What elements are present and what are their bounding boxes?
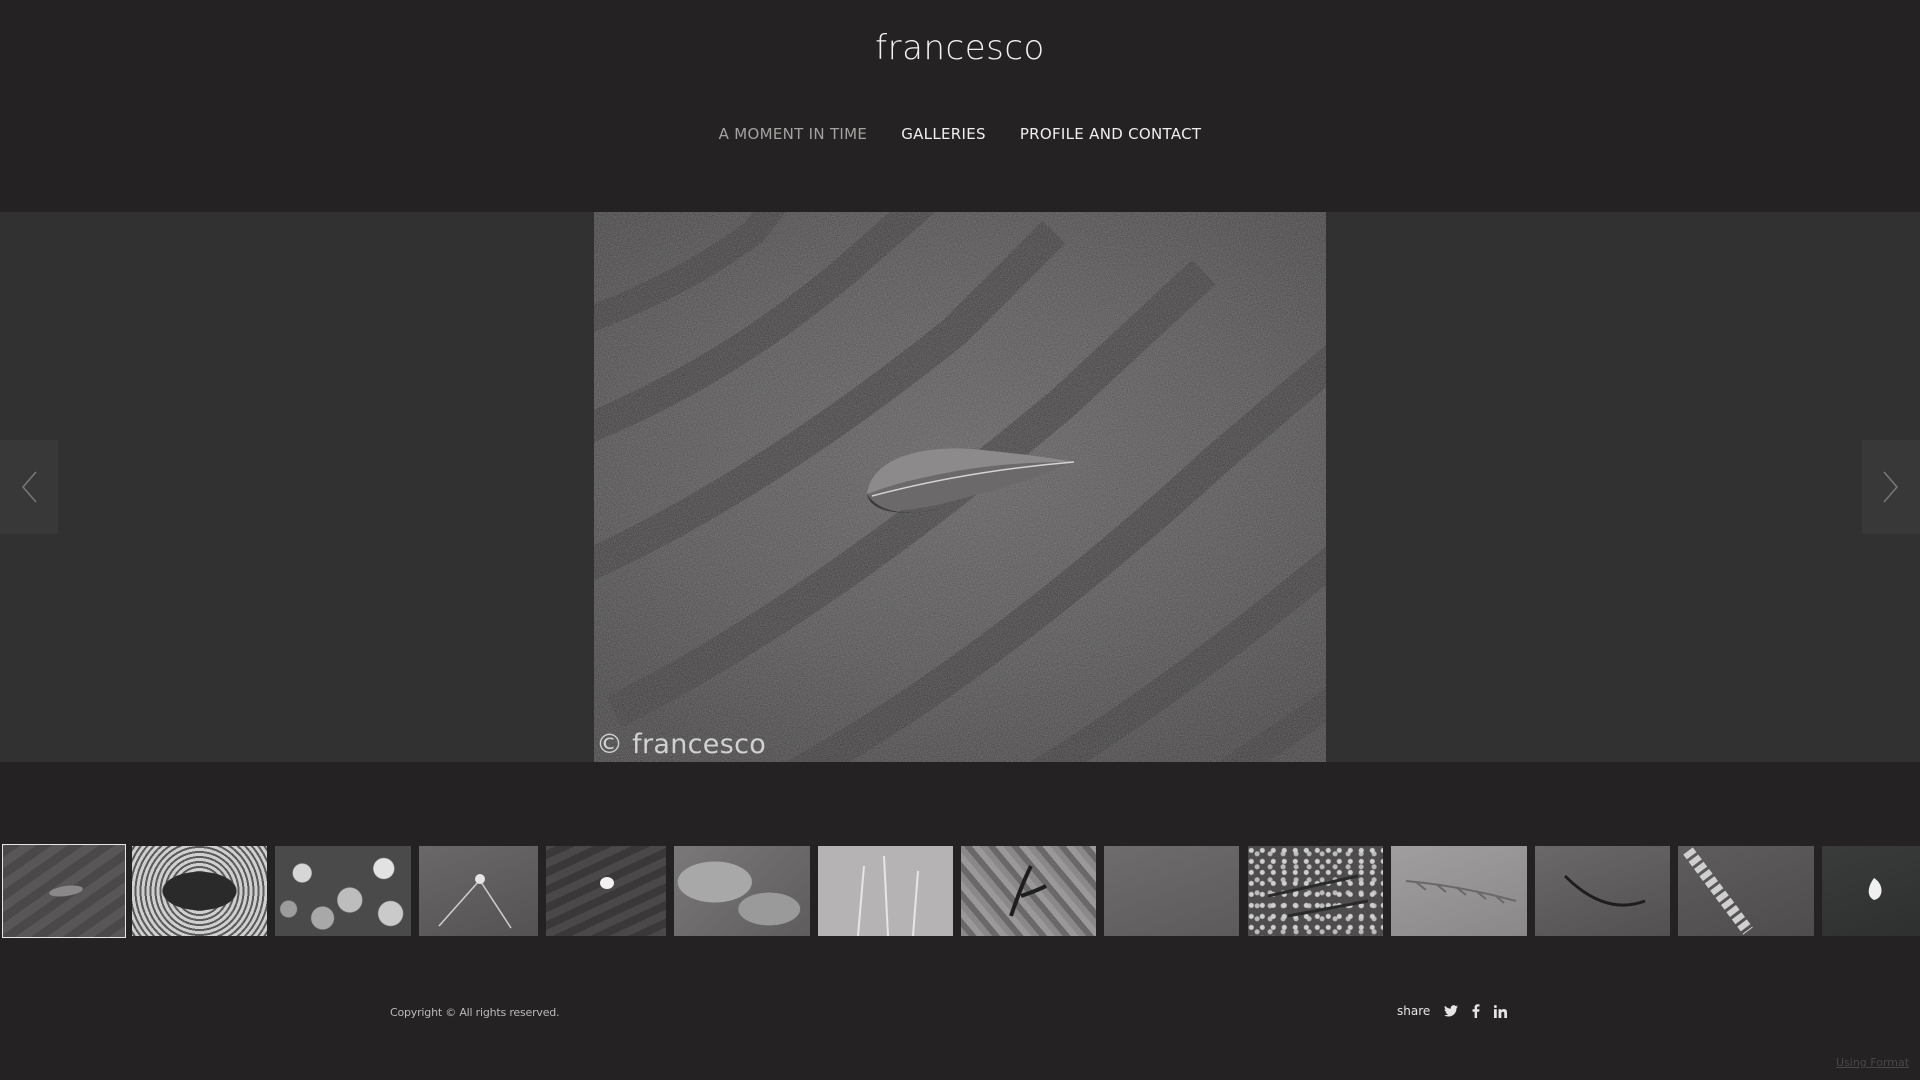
thumbnail-feather-print[interactable] [1391, 846, 1527, 936]
thumbnail-seaweed-on-rock[interactable] [961, 846, 1096, 936]
hero-photo: © francesco [594, 212, 1326, 762]
thumbnail-grass-stalks[interactable] [818, 846, 953, 936]
copyright-text: Copyright © All rights reserved. [390, 1006, 560, 1019]
thumbnail-shell-tracks[interactable] [419, 846, 538, 936]
thumbnail-shell-on-ripples[interactable] [546, 846, 666, 936]
share-label: share [1397, 1004, 1431, 1018]
thumbnail-twigs-on-gravel[interactable] [1248, 846, 1383, 936]
nav-item-profile-and-contact[interactable]: PROFILE AND CONTACT [1020, 125, 1202, 143]
thumbnail-pebbles-and-leaves[interactable] [275, 846, 411, 936]
thumbnail-leaf-on-sand[interactable] [2, 844, 126, 938]
photo-watermark: © francesco [596, 729, 767, 760]
previous-image-button[interactable] [0, 440, 58, 534]
nav-item-galleries[interactable]: GALLERIES [901, 125, 986, 143]
facebook-icon[interactable] [1472, 1004, 1480, 1018]
thumbnail-foam-line[interactable] [1678, 846, 1814, 936]
chevron-left-icon [22, 471, 37, 503]
using-format-link[interactable]: Using Format [1836, 1056, 1909, 1069]
nav-item-a-moment-in-time[interactable]: A MOMENT IN TIME [719, 125, 868, 143]
thumbnail-tangled-rope[interactable] [132, 846, 267, 936]
share-bar: share [1397, 1004, 1508, 1018]
chevron-right-icon [1883, 471, 1898, 503]
thumbnail-seaweed-strand[interactable] [1535, 846, 1670, 936]
twitter-icon[interactable] [1444, 1005, 1459, 1017]
thumbnail-shell-on-dark-sand[interactable] [1822, 846, 1920, 936]
thumbnail-strip [0, 844, 1920, 938]
leaf-subject [867, 448, 1075, 513]
thumbnail-smooth-sand[interactable] [1104, 846, 1239, 936]
site-title[interactable]: francesco [0, 28, 1920, 68]
thumbnail-rocks-in-water[interactable] [674, 846, 810, 936]
main-nav: A MOMENT IN TIME GALLERIES PROFILE AND C… [0, 125, 1920, 143]
next-image-button[interactable] [1862, 440, 1920, 534]
linkedin-icon[interactable] [1494, 1004, 1508, 1018]
